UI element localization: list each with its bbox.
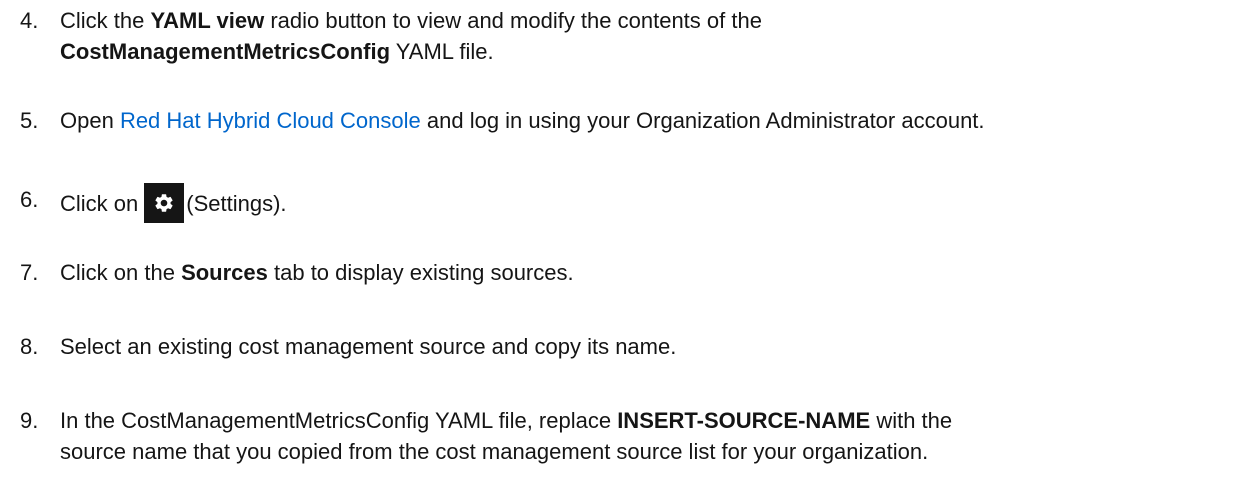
step-text: Select an existing cost management sourc… [60, 334, 677, 359]
step-number: 8. [20, 334, 39, 359]
hybrid-cloud-console-link[interactable]: Red Hat Hybrid Cloud Console [120, 108, 421, 133]
step-text-post: (Settings). [186, 191, 287, 216]
config-name: CostManagementMetricsConfig [60, 39, 391, 64]
step-number: 6. [20, 187, 39, 212]
step-text: Open Red Hat Hybrid Cloud Console and lo… [60, 104, 985, 137]
step-text: Click on the Sources tab to display exis… [60, 256, 574, 289]
step-text: Click the YAML view radio button to view… [60, 4, 762, 37]
step-text-line2: source name that you copied from the cos… [60, 439, 929, 464]
step-text-pre: Click on the [60, 260, 182, 285]
step-text-pre: Click the [60, 8, 151, 33]
step-number: 9. [20, 408, 39, 433]
step-number: 4. [20, 8, 39, 33]
step-text-post: with the [870, 408, 953, 433]
step-number: 7. [20, 260, 39, 285]
gear-icon [144, 183, 185, 223]
sources-tab-label: Sources [181, 260, 268, 285]
step-text-post: radio button to view and modify the cont… [264, 8, 762, 33]
step-text-line2: CostManagementMetricsConfig YAML file. [60, 35, 494, 68]
step-text: In the CostManagementMetricsConfig YAML … [60, 404, 952, 437]
step-text-pre: In the CostManagementMetricsConfig YAML … [60, 408, 618, 433]
step-text-post: and log in using your Organization Admin… [420, 108, 985, 133]
yaml-view-label: YAML view [150, 8, 265, 33]
step-text-pre: Open [60, 108, 120, 133]
step-text-line2-post: YAML file. [390, 39, 494, 64]
step-text-post: tab to display existing sources. [267, 260, 574, 285]
step-text-pre: Click on [60, 191, 139, 216]
step-number: 5. [20, 108, 39, 133]
step-text: Click on (Settings). [60, 183, 287, 223]
placeholder-name: INSERT-SOURCE-NAME [617, 408, 871, 433]
procedure-steps: 4. Click the YAML view radio button to v… [0, 0, 1242, 477]
